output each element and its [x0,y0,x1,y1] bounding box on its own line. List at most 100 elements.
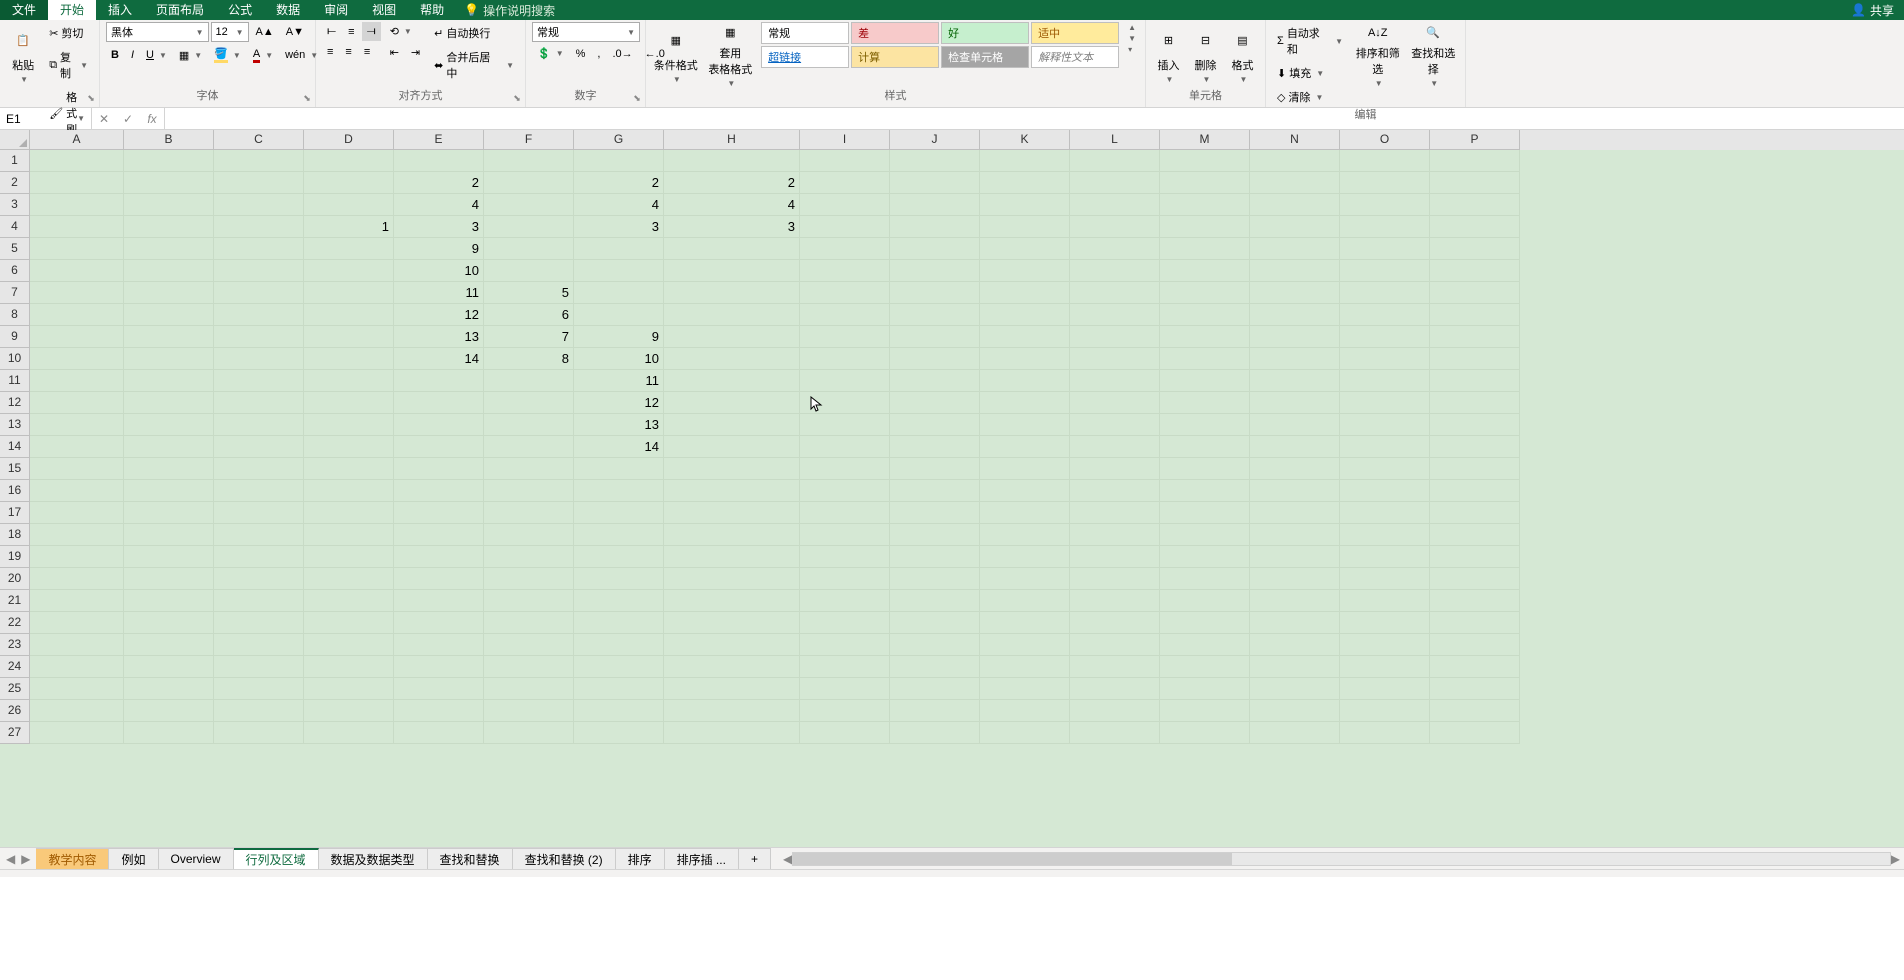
cell-I3[interactable] [800,194,890,216]
cell-J10[interactable] [890,348,980,370]
cond-format-button[interactable]: ▦ 条件格式 ▼ [652,22,700,88]
confirm-formula-button[interactable]: ✓ [116,112,140,126]
cell-F10[interactable]: 8 [484,348,574,370]
row-header-27[interactable]: 27 [0,722,30,744]
sheet-prev-icon[interactable]: ◀ [6,852,15,866]
horizontal-scrollbar[interactable]: ◀ ▶ [779,848,1904,869]
cell-D12[interactable] [304,392,394,414]
cell-C20[interactable] [214,568,304,590]
cell-N21[interactable] [1250,590,1340,612]
cell-D26[interactable] [304,700,394,722]
cell-A27[interactable] [30,722,124,744]
cell-N24[interactable] [1250,656,1340,678]
cell-K21[interactable] [980,590,1070,612]
cell-M22[interactable] [1160,612,1250,634]
cell-H20[interactable] [664,568,800,590]
cell-N16[interactable] [1250,480,1340,502]
cell-G18[interactable] [574,524,664,546]
cell-B23[interactable] [124,634,214,656]
share-button[interactable]: 👤 共享 [1851,2,1894,19]
cell-A6[interactable] [30,260,124,282]
cell-A14[interactable] [30,436,124,458]
cell-M17[interactable] [1160,502,1250,524]
cell-L24[interactable] [1070,656,1160,678]
cell-B1[interactable] [124,150,214,172]
cell-D1[interactable] [304,150,394,172]
decrease-font-button[interactable]: A▼ [281,23,309,41]
sheet-next-icon[interactable]: ▶ [21,852,30,866]
cell-G6[interactable] [574,260,664,282]
cell-A9[interactable] [30,326,124,348]
number-format-combo[interactable]: 常规▼ [532,22,640,42]
cell-H23[interactable] [664,634,800,656]
cell-C4[interactable] [214,216,304,238]
cell-O19[interactable] [1340,546,1430,568]
copy-button[interactable]: ⧉复制▼ [44,46,93,84]
row-header-24[interactable]: 24 [0,656,30,678]
cell-J25[interactable] [890,678,980,700]
currency-button[interactable]: 💲▼ [532,44,569,63]
cell-D3[interactable] [304,194,394,216]
row-header-7[interactable]: 7 [0,282,30,304]
select-all-corner[interactable] [0,130,30,150]
cell-P1[interactable] [1430,150,1520,172]
cell-N4[interactable] [1250,216,1340,238]
cell-F13[interactable] [484,414,574,436]
cell-P9[interactable] [1430,326,1520,348]
cell-N12[interactable] [1250,392,1340,414]
cell-J5[interactable] [890,238,980,260]
cell-L16[interactable] [1070,480,1160,502]
cell-J26[interactable] [890,700,980,722]
cell-C15[interactable] [214,458,304,480]
sheet-nav[interactable]: ◀ ▶ [0,848,36,869]
cell-N10[interactable] [1250,348,1340,370]
alignment-launcher[interactable]: ⬊ [511,93,523,105]
cell-B9[interactable] [124,326,214,348]
cell-P24[interactable] [1430,656,1520,678]
cell-G2[interactable]: 2 [574,172,664,194]
cell-J18[interactable] [890,524,980,546]
ribbon-tab-5[interactable]: 数据 [264,0,312,20]
cell-M6[interactable] [1160,260,1250,282]
underline-button[interactable]: U▼ [141,46,172,64]
cell-H22[interactable] [664,612,800,634]
cell-N5[interactable] [1250,238,1340,260]
cell-I27[interactable] [800,722,890,744]
fx-icon[interactable]: fx [140,112,164,126]
cell-E19[interactable] [394,546,484,568]
row-header-16[interactable]: 16 [0,480,30,502]
cell-I25[interactable] [800,678,890,700]
cell-M7[interactable] [1160,282,1250,304]
cell-H11[interactable] [664,370,800,392]
cell-J7[interactable] [890,282,980,304]
cell-B14[interactable] [124,436,214,458]
cell-N15[interactable] [1250,458,1340,480]
bold-button[interactable]: B [106,46,124,64]
cell-C19[interactable] [214,546,304,568]
cell-A17[interactable] [30,502,124,524]
cell-L27[interactable] [1070,722,1160,744]
cell-J11[interactable] [890,370,980,392]
insert-button[interactable]: ⊞插入▼ [1152,22,1185,88]
cell-C25[interactable] [214,678,304,700]
cell-C11[interactable] [214,370,304,392]
merge-center-button[interactable]: ⬌合并后居中▼ [429,46,519,84]
sheet-tab-7[interactable]: 排序 [616,848,665,869]
cell-A25[interactable] [30,678,124,700]
col-header-M[interactable]: M [1160,130,1250,150]
cell-M15[interactable] [1160,458,1250,480]
clipboard-launcher[interactable]: ⬊ [85,93,97,105]
cell-K18[interactable] [980,524,1070,546]
cell-F8[interactable]: 6 [484,304,574,326]
sheet-tab-0[interactable]: 教学内容 [36,848,109,869]
cell-N6[interactable] [1250,260,1340,282]
cell-L11[interactable] [1070,370,1160,392]
cell-J15[interactable] [890,458,980,480]
cell-H15[interactable] [664,458,800,480]
cell-N19[interactable] [1250,546,1340,568]
cell-A4[interactable] [30,216,124,238]
increase-decimal-button[interactable]: .0→ [607,45,637,63]
cell-B27[interactable] [124,722,214,744]
cell-G24[interactable] [574,656,664,678]
cell-C13[interactable] [214,414,304,436]
